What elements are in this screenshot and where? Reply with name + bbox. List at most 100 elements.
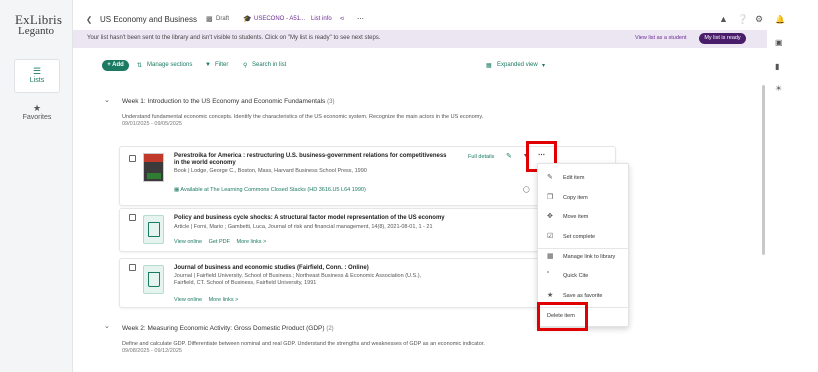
lightbulb-icon[interactable]: ☀: [775, 84, 782, 93]
section-dates: 09/08/2025 - 09/12/2025: [122, 348, 182, 354]
menu-item-quick-cite[interactable]: “ Quick Cite: [538, 268, 630, 284]
filter-icon: ▼: [205, 62, 211, 68]
manage-sections-button[interactable]: Manage sections: [147, 62, 192, 68]
share-icon[interactable]: ⪦: [340, 15, 344, 23]
item-meta: Book | Lodge, George C., Boston, Mass, H…: [174, 168, 367, 174]
scrollbar[interactable]: [762, 85, 765, 255]
banner-message: Your list hasn't been sent to the librar…: [87, 35, 381, 41]
logo-line2: Leganto: [18, 25, 55, 37]
article-icon: [143, 215, 164, 244]
section-count: (2): [326, 326, 334, 332]
pencil-icon[interactable]: ✎: [506, 152, 512, 160]
chevron-down-icon[interactable]: ⌄: [104, 322, 110, 330]
pencil-icon: ✎: [547, 174, 553, 181]
item-title-line1: Perestroika for America : restructuring …: [174, 153, 447, 159]
document-icon: ▩: [206, 16, 213, 23]
view-as-student-link[interactable]: View list as a student: [635, 35, 687, 41]
item-checkbox[interactable]: [129, 264, 136, 271]
my-list-is-ready-button[interactable]: My list is ready: [699, 33, 746, 44]
expanded-view-dropdown[interactable]: Expanded view: [497, 62, 538, 68]
section-title-text: Week 1: Introduction to the US Economy a…: [122, 98, 326, 105]
right-rail: 🔔 ▣ ▮ ☀: [767, 0, 818, 372]
nav-favorites-label: Favorites: [22, 114, 52, 121]
gear-icon[interactable]: ⚙: [755, 14, 763, 25]
course-link[interactable]: USECONO - A51...: [254, 16, 305, 22]
item-meta: Article | Forni, Mario ; Gambetti, Luca,…: [174, 224, 433, 230]
list-header: ❮ US Economy and Business ▩ Draft 🎓 USEC…: [73, 10, 767, 28]
help-icon[interactable]: ❔: [737, 14, 748, 25]
menu-item-edit[interactable]: ✎ Edit item: [538, 170, 630, 186]
section-count: (3): [327, 99, 335, 105]
star-icon: ★: [32, 103, 42, 113]
item-checkbox[interactable]: [129, 155, 136, 162]
list-toolbar: + Add ⇅ Manage sections ▼ Filter ⚲ Searc…: [73, 58, 767, 74]
section-description-text: Understand fundamental economic concepts…: [122, 114, 484, 120]
list-title: US Economy and Business: [100, 15, 197, 24]
nav-favorites[interactable]: ★ Favorites: [14, 97, 60, 131]
get-pdf-link[interactable]: Get PDF: [209, 239, 230, 245]
chevron-down-icon[interactable]: ▾: [542, 62, 545, 69]
exlibris-leganto-logo[interactable]: ExLibris Leganto: [15, 13, 67, 37]
item-title[interactable]: Journal of business and economic studies…: [174, 265, 369, 272]
menu-item-move[interactable]: ✥ Move item: [538, 209, 630, 225]
bars-chart-icon[interactable]: ▮: [775, 62, 779, 71]
expanded-view-icon: ▦: [486, 63, 492, 69]
section-description: Define and calculate GDP. Differentiate …: [122, 341, 722, 355]
bell-icon[interactable]: 🔔: [775, 15, 785, 24]
nav-lists[interactable]: ☰ Lists: [14, 59, 60, 93]
item-links: View online More links >: [174, 297, 243, 303]
item-meta-line1: Journal | Fairfield University. School o…: [174, 273, 422, 279]
library-icon: ▦: [547, 253, 554, 260]
quote-icon: “: [547, 271, 550, 278]
section-description-text: Define and calculate GDP. Differentiate …: [122, 341, 485, 347]
chevron-left-icon[interactable]: ❮: [86, 15, 92, 24]
more-links-link[interactable]: More links >: [209, 297, 239, 303]
item-title[interactable]: Perestroika for America : restructuring …: [174, 153, 447, 167]
menu-item-manage-link[interactable]: ▦ Manage link to library: [538, 248, 630, 264]
left-rail: ExLibris Leganto ☰ Lists ★ Favorites: [0, 0, 73, 372]
section-title[interactable]: Week 1: Introduction to the US Economy a…: [122, 98, 334, 105]
item-title[interactable]: Policy and business cycle shocks: A stru…: [174, 215, 445, 222]
item-meta: Journal | Fairfield University. School o…: [174, 273, 421, 287]
add-button[interactable]: + Add: [102, 60, 129, 71]
move-icon: ✥: [547, 213, 553, 220]
search-in-list-button[interactable]: Search in list: [252, 62, 286, 68]
chevron-down-icon[interactable]: ⌄: [104, 96, 110, 104]
check-circle-icon[interactable]: ◯: [523, 186, 530, 193]
section-description: Understand fundamental economic concepts…: [122, 114, 722, 128]
view-online-link[interactable]: View online: [174, 297, 202, 303]
availability-link[interactable]: ▦ Available at The Learning Commons Clos…: [174, 187, 366, 193]
item-links: View online Get PDF More links >: [174, 239, 271, 245]
item-checkbox[interactable]: [129, 214, 136, 221]
chat-icon[interactable]: ▣: [775, 38, 783, 47]
menu-item-copy[interactable]: ❐ Copy item: [538, 190, 630, 206]
nav-lists-label: Lists: [29, 77, 45, 84]
list-content: ⌄ Week 1: Introduction to the US Economy…: [73, 82, 767, 372]
full-details-link[interactable]: Full details: [468, 154, 494, 160]
star-icon: ★: [547, 292, 554, 299]
list-icon: ☰: [32, 66, 42, 76]
hat-icon: 🎓: [243, 16, 252, 23]
copy-icon: ❐: [547, 194, 554, 201]
book-cover: [143, 153, 164, 182]
list-info-link[interactable]: List info: [311, 16, 332, 22]
availability-text: Available at The Learning Commons Closed…: [180, 187, 366, 193]
draft-status: Draft: [216, 16, 230, 22]
view-online-link[interactable]: View online: [174, 239, 202, 245]
draft-banner: Your list hasn't been sent to the librar…: [73, 30, 767, 48]
item-title-line2: in the world economy: [174, 160, 236, 166]
filter-button[interactable]: Filter: [215, 62, 228, 68]
manage-sections-icon: ⇅: [137, 63, 143, 69]
search-icon: ⚲: [243, 63, 248, 69]
more-links-link[interactable]: More links >: [237, 239, 267, 245]
journal-icon: [143, 265, 164, 294]
menu-item-set-complete[interactable]: ☑ Set complete: [538, 229, 630, 245]
ellipsis-icon[interactable]: ⋯: [357, 15, 364, 23]
item-meta-line2: Fairfield, CT. School of Business, Fairf…: [174, 280, 317, 286]
section-dates: 09/01/2025 - 09/05/2025: [122, 121, 182, 127]
section-title[interactable]: Week 2: Measuring Economic Activity: Gro…: [122, 325, 334, 332]
check-circle-icon: ☑: [547, 233, 554, 240]
hat-icon[interactable]: ▲: [719, 14, 728, 24]
highlight-box-delete: [537, 302, 588, 331]
section-title-text: Week 2: Measuring Economic Activity: Gro…: [122, 325, 325, 332]
